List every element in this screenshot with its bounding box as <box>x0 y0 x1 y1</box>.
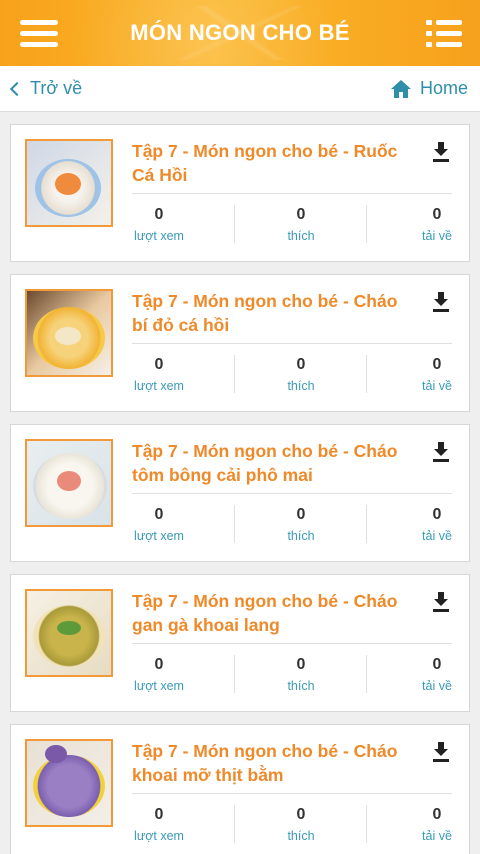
item-title[interactable]: Tập 7 - Món ngon cho bé - Cháo bí đỏ cá … <box>132 289 412 337</box>
views-label: lượt xem <box>134 379 184 393</box>
download-icon[interactable] <box>431 291 451 313</box>
views-label: lượt xem <box>134 229 184 243</box>
likes-stat: 0 thích <box>271 205 331 245</box>
likes-stat: 0 thích <box>271 655 331 695</box>
downloads-label: tải về <box>422 829 452 843</box>
downloads-stat: 0 tải về <box>411 355 463 395</box>
views-label: lượt xem <box>134 829 184 843</box>
video-list: Tập 7 - Món ngon cho bé - Ruốc Cá Hồi 0 … <box>10 124 470 854</box>
separator <box>366 205 367 243</box>
likes-label: thích <box>287 829 315 843</box>
likes-label: thích <box>287 229 315 243</box>
views-count: 0 <box>154 656 164 673</box>
list-item[interactable]: Tập 7 - Món ngon cho bé - Cháo khoai mỡ … <box>10 724 470 854</box>
thumbnail-image[interactable] <box>25 139 113 227</box>
divider <box>132 193 452 194</box>
likes-label: thích <box>287 379 315 393</box>
downloads-stat: 0 tải về <box>411 655 463 695</box>
views-stat: 0 lượt xem <box>129 505 189 545</box>
thumbnail-image[interactable] <box>25 439 113 527</box>
app-header: MÓN NGON CHO BÉ <box>0 0 480 66</box>
downloads-label: tải về <box>422 679 452 693</box>
downloads-label: tải về <box>422 229 452 243</box>
likes-stat: 0 thích <box>271 805 331 845</box>
views-count: 0 <box>154 206 164 223</box>
separator <box>234 355 235 393</box>
back-button[interactable]: Trở về <box>9 78 83 99</box>
page-title: MÓN NGON CHO BÉ <box>130 20 350 45</box>
list-item[interactable]: Tập 7 - Món ngon cho bé - Cháo bí đỏ cá … <box>10 274 470 412</box>
downloads-stat: 0 tải về <box>411 505 463 545</box>
downloads-count: 0 <box>432 656 442 673</box>
navigation-bar: Trở về Home <box>0 66 480 112</box>
item-title[interactable]: Tập 7 - Món ngon cho bé - Cháo gan gà kh… <box>132 589 412 637</box>
likes-label: thích <box>287 679 315 693</box>
likes-label: thích <box>287 529 315 543</box>
separator <box>366 355 367 393</box>
download-icon[interactable] <box>431 741 451 763</box>
download-icon[interactable] <box>431 441 451 463</box>
downloads-count: 0 <box>432 206 442 223</box>
divider <box>132 343 452 344</box>
back-label: Trở về <box>30 78 83 98</box>
home-button[interactable]: Home <box>390 78 468 99</box>
separator <box>234 505 235 543</box>
downloads-count: 0 <box>432 356 442 373</box>
item-title[interactable]: Tập 7 - Món ngon cho bé - Cháo tôm bông … <box>132 439 412 487</box>
views-stat: 0 lượt xem <box>129 355 189 395</box>
views-stat: 0 lượt xem <box>129 205 189 245</box>
views-label: lượt xem <box>134 529 184 543</box>
divider <box>132 643 452 644</box>
likes-stat: 0 thích <box>271 505 331 545</box>
downloads-count: 0 <box>432 806 442 823</box>
separator <box>234 205 235 243</box>
home-label: Home <box>419 78 468 98</box>
thumbnail-image[interactable] <box>25 589 113 677</box>
divider <box>132 493 452 494</box>
chevron-left-icon <box>9 81 25 97</box>
views-label: lượt xem <box>134 679 184 693</box>
likes-count: 0 <box>296 206 306 223</box>
downloads-count: 0 <box>432 506 442 523</box>
item-title[interactable]: Tập 7 - Món ngon cho bé - Cháo khoai mỡ … <box>132 739 412 787</box>
list-view-icon[interactable] <box>426 20 462 48</box>
downloads-stat: 0 tải về <box>411 205 463 245</box>
likes-count: 0 <box>296 356 306 373</box>
divider <box>132 793 452 794</box>
item-title[interactable]: Tập 7 - Món ngon cho bé - Ruốc Cá Hồi <box>132 139 412 187</box>
likes-count: 0 <box>296 656 306 673</box>
list-item[interactable]: Tập 7 - Món ngon cho bé - Cháo gan gà kh… <box>10 574 470 712</box>
downloads-stat: 0 tải về <box>411 805 463 845</box>
separator <box>366 655 367 693</box>
views-stat: 0 lượt xem <box>129 805 189 845</box>
views-count: 0 <box>154 356 164 373</box>
downloads-label: tải về <box>422 379 452 393</box>
separator <box>234 655 235 693</box>
download-icon[interactable] <box>431 591 451 613</box>
home-icon <box>390 79 411 98</box>
downloads-label: tải về <box>422 529 452 543</box>
likes-stat: 0 thích <box>271 355 331 395</box>
list-item[interactable]: Tập 7 - Món ngon cho bé - Cháo tôm bông … <box>10 424 470 562</box>
thumbnail-image[interactable] <box>25 289 113 377</box>
views-stat: 0 lượt xem <box>129 655 189 695</box>
download-icon[interactable] <box>431 141 451 163</box>
likes-count: 0 <box>296 806 306 823</box>
views-count: 0 <box>154 506 164 523</box>
views-count: 0 <box>154 806 164 823</box>
likes-count: 0 <box>296 506 306 523</box>
thumbnail-image[interactable] <box>25 739 113 827</box>
separator <box>234 805 235 843</box>
separator <box>366 805 367 843</box>
separator <box>366 505 367 543</box>
list-item[interactable]: Tập 7 - Món ngon cho bé - Ruốc Cá Hồi 0 … <box>10 124 470 262</box>
